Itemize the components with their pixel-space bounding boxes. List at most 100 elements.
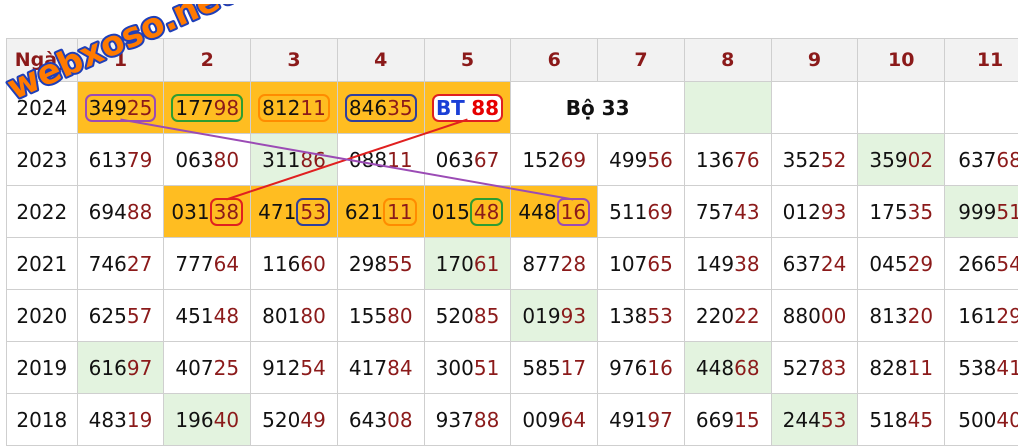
result-head-digits: 880: [782, 303, 821, 328]
result-cell: 17798: [163, 81, 252, 134]
result-head-digits: 812: [262, 95, 301, 120]
result-last-two: 97: [126, 355, 153, 380]
result-cell: 15580: [336, 289, 425, 342]
result-last-two: 56: [647, 147, 673, 172]
result-head-digits: 407: [175, 355, 214, 380]
result-cell: 35902: [857, 133, 946, 186]
result-last-two: 51: [996, 199, 1018, 224]
result-head-digits: 352: [782, 147, 821, 172]
result-cell: 17061: [423, 237, 512, 290]
result-cell: 15269: [510, 133, 599, 186]
result-last-two: 97: [647, 407, 673, 432]
result-head-digits: 152: [522, 147, 561, 172]
result-head-digits: 511: [609, 199, 648, 224]
result-cell: 031 38: [163, 185, 252, 238]
result-cell: 84635: [336, 81, 425, 134]
result-last-two: 28: [560, 251, 587, 276]
highlight-ring: 11: [383, 197, 417, 226]
result-head-digits: 244: [782, 407, 821, 432]
result-last-two: 93: [560, 303, 587, 328]
result-last-two: 98: [213, 95, 240, 120]
result-last-two: 16: [647, 355, 673, 380]
result-head-digits: 116: [262, 251, 301, 276]
result-head-digits: 828: [869, 355, 908, 380]
result-head-digits: 520: [262, 407, 301, 432]
result-head-digits: 349: [88, 95, 127, 120]
result-cell: 82811: [857, 341, 946, 394]
column-header-day: 3: [250, 38, 338, 82]
result-head-digits: 107: [609, 251, 648, 276]
result-cell: 06367: [423, 133, 512, 186]
result-cell: 53841: [944, 341, 1018, 394]
result-head-digits: 045: [869, 251, 908, 276]
result-last-two: 85: [473, 303, 500, 328]
result-cell: 01993: [510, 289, 599, 342]
result-cell: 11660: [250, 237, 338, 290]
result-cell: 30051: [423, 341, 512, 394]
result-last-two: 67: [473, 147, 500, 172]
result-cell: 44868: [683, 341, 772, 394]
result-head-digits: 311: [262, 147, 301, 172]
result-last-two: 57: [126, 303, 153, 328]
result-last-two: 25: [213, 355, 240, 380]
result-head-digits: 031: [171, 199, 210, 224]
result-last-two: 29: [996, 303, 1018, 328]
column-header-day: 7: [597, 38, 685, 82]
result-last-two: 11: [300, 95, 326, 120]
result-cell: [944, 81, 1018, 134]
result-head-digits: 136: [695, 147, 735, 172]
result-head-digits: 757: [695, 199, 735, 224]
year-label: 2021: [6, 237, 78, 290]
result-last-two: 51: [473, 355, 500, 380]
column-header-label: Ngày: [6, 38, 78, 82]
result-last-two: 49: [300, 407, 326, 432]
result-last-two: 68: [996, 147, 1018, 172]
year-label: 2020: [6, 289, 78, 342]
result-cell: 93788: [423, 393, 512, 446]
result-head-digits: 015: [431, 199, 470, 224]
result-cell: 87728: [510, 237, 599, 290]
result-head-digits: 637: [782, 251, 821, 276]
result-head-digits: 019: [522, 303, 561, 328]
column-header-day: 1: [76, 38, 165, 82]
result-last-two: 61: [473, 251, 500, 276]
result-cell: 88000: [770, 289, 859, 342]
results-table: Ngày 1 2 3 4 5 6 7 8 9 10 11 2024 34925 17798 81211 8463…: [6, 38, 1018, 446]
result-cell: 61697: [76, 341, 165, 394]
result-cell: 621 11: [336, 185, 425, 238]
result-head-digits: 499: [609, 147, 648, 172]
result-last-two: 69: [647, 199, 673, 224]
result-cell: 51845: [857, 393, 946, 446]
year-label: 2023: [6, 133, 78, 186]
table-row: 2024 34925 17798 81211 84635 BT 88 Bộ 33: [6, 81, 1018, 134]
result-cell: 61379: [76, 133, 165, 186]
highlight-ring: 53: [296, 197, 330, 226]
result-cell: 74627: [76, 237, 165, 290]
result-last-two: 88: [473, 407, 500, 432]
result-last-two: 54: [996, 251, 1018, 276]
result-head-digits: 937: [435, 407, 474, 432]
result-cell: 97616: [597, 341, 685, 394]
result-cell: 49956: [597, 133, 685, 186]
result-head-digits: 746: [88, 251, 127, 276]
result-cell: 99951: [944, 185, 1018, 238]
result-last-two: 45: [907, 407, 934, 432]
result-last-two: 11: [387, 147, 413, 172]
result-cell: 52783: [770, 341, 859, 394]
result-cell: 13676: [683, 133, 772, 186]
result-head-digits: 451: [175, 303, 214, 328]
result-cell: 13853: [597, 289, 685, 342]
result-cell: 63724: [770, 237, 859, 290]
result-last-two: 53: [820, 407, 847, 432]
result-head-digits: 669: [695, 407, 735, 432]
column-header-day: 9: [770, 38, 859, 82]
highlight-ring: 48: [469, 197, 504, 226]
result-head-digits: 138: [609, 303, 648, 328]
result-head-digits: 585: [522, 355, 561, 380]
result-head-digits: 999: [958, 199, 997, 224]
result-cell: 015 48: [423, 185, 512, 238]
result-last-two: 60: [300, 251, 326, 276]
bt-label: BT: [435, 95, 465, 120]
result-cell: 04529: [857, 237, 946, 290]
result-last-two: 80: [300, 303, 326, 328]
